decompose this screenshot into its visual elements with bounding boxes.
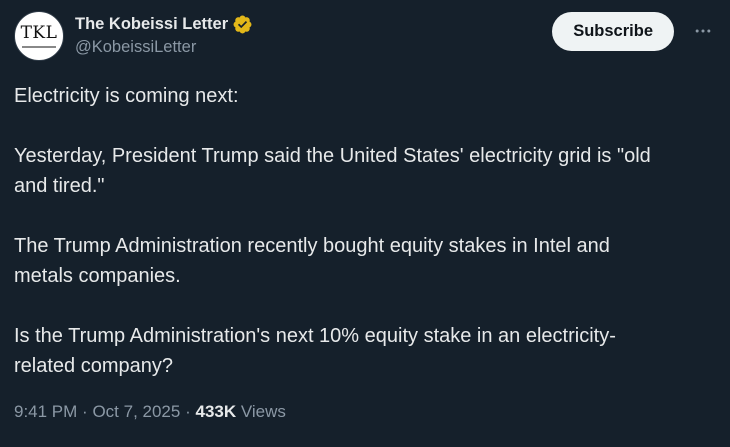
display-name-row[interactable]: The Kobeissi Letter <box>75 13 253 35</box>
author-names: The Kobeissi Letter @KobeissiLetter <box>75 13 253 58</box>
more-button[interactable] <box>690 18 716 44</box>
avatar-monogram: TKL <box>20 23 58 43</box>
tweet-line: Electricity is coming next: <box>14 85 239 107</box>
avatar-underline <box>22 46 56 48</box>
avatar[interactable]: TKL <box>14 11 64 61</box>
display-name[interactable]: The Kobeissi Letter <box>75 13 228 35</box>
meta-separator: · <box>185 402 191 421</box>
verified-badge-icon <box>233 15 252 33</box>
tweet-time[interactable]: 9:41 PM <box>14 402 77 421</box>
tweet-header: TKL The Kobeissi Letter @KobeissiLetter … <box>14 11 716 63</box>
tweet-text: Electricity is coming next: Yesterday, P… <box>14 81 714 381</box>
tweet-line: metals companies. <box>14 265 181 287</box>
handle[interactable]: @KobeissiLetter <box>75 36 253 58</box>
tweet-line: Is the Trump Administration's next 10% e… <box>14 325 616 347</box>
tweet-line: Yesterday, President Trump said the Unit… <box>14 145 651 167</box>
tweet-line: and tired." <box>14 175 105 197</box>
meta-separator: · <box>82 402 88 421</box>
tweet-line: related company? <box>14 355 173 377</box>
tweet-line: The Trump Administration recently bought… <box>14 235 610 257</box>
views-label: Views <box>240 402 286 421</box>
tweet-date[interactable]: Oct 7, 2025 <box>92 402 180 421</box>
subscribe-button[interactable]: Subscribe <box>552 12 674 51</box>
tweet-meta: 9:41 PM · Oct 7, 2025 · 433K Views <box>14 398 286 426</box>
more-horizontal-icon <box>695 29 711 33</box>
views-count: 433K <box>195 402 237 421</box>
